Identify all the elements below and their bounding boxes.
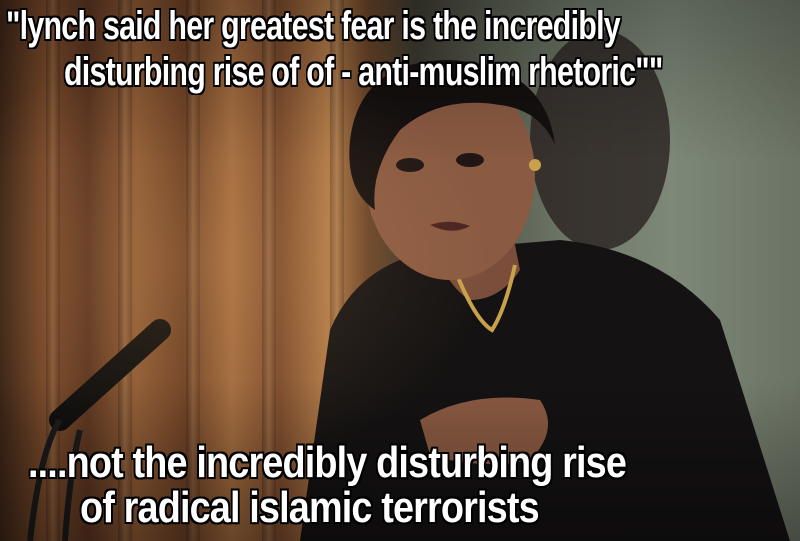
meme-image: "lynch said her greatest fear is the inc…	[0, 0, 800, 541]
meme-top-text-line-1: "lynch said her greatest fear is the inc…	[6, 4, 621, 48]
meme-bottom-text-line-1: ....not the incredibly disturbing rise	[28, 438, 627, 487]
meme-bottom-text-line-2: of radical islamic terrorists	[80, 483, 540, 532]
meme-top-text-line-2: disturbing rise of of - anti-muslim rhet…	[64, 50, 663, 94]
